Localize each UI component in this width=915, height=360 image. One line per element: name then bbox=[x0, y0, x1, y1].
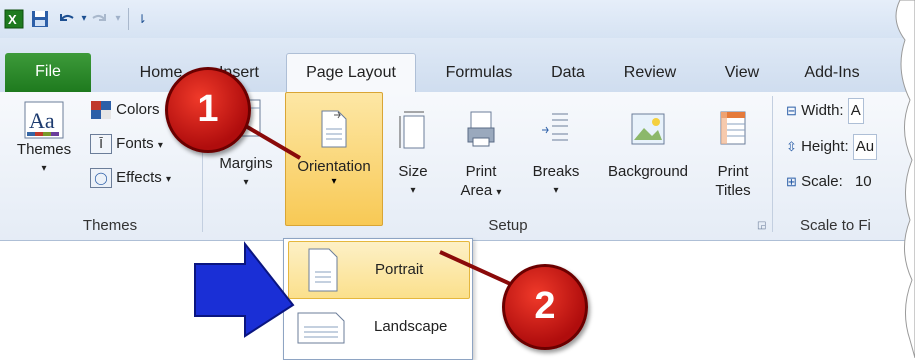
callout-2: 2 bbox=[502, 264, 588, 350]
callout-1: 1 bbox=[165, 67, 251, 153]
annotation-overlay bbox=[194, 0, 915, 358]
torn-edge bbox=[895, 0, 915, 358]
blue-arrow-icon bbox=[194, 241, 295, 338]
